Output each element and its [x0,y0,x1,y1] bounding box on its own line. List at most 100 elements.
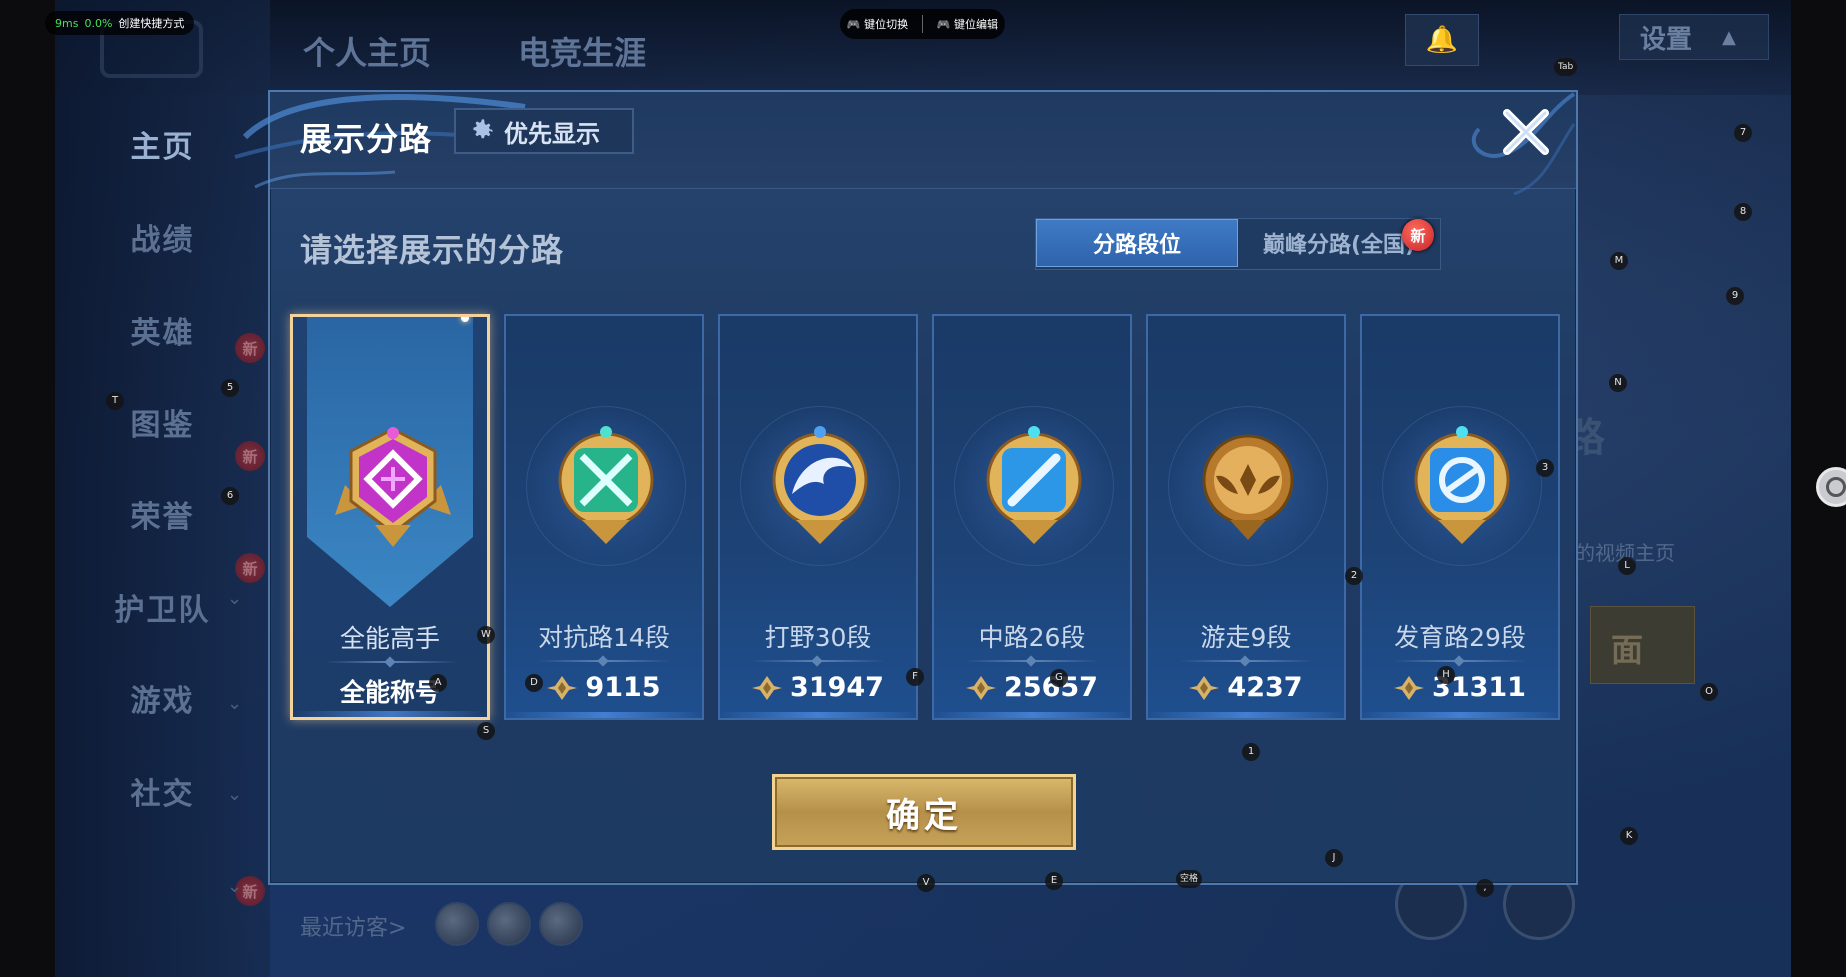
performance-overlay: 9ms 0.0% 创建快捷方式 [45,11,195,35]
confirm-label: 确定 [886,795,962,836]
avatar[interactable] [435,902,479,946]
key-switch-button[interactable]: 🎮 键位切换 [847,16,908,32]
lane-card-jungle[interactable]: 打野30段 31947 [718,314,918,720]
rank-score-icon [1189,675,1220,700]
key-marker[interactable]: Tab [1554,58,1578,76]
key-marker[interactable]: J [1325,849,1343,867]
key-marker[interactable]: T [106,392,124,410]
lane-value: 31947 [720,672,916,703]
sidebar-item-codex[interactable]: 图鉴 [55,400,270,444]
key-marker[interactable]: M [1610,252,1628,270]
key-marker[interactable]: 空格 [1176,870,1203,888]
jungle-emblem-icon [772,426,868,544]
new-badge: 新 [235,333,265,363]
key-marker[interactable]: 8 [1734,203,1752,221]
key-marker[interactable]: E [1045,872,1063,890]
rank-score-icon [547,675,578,700]
key-marker[interactable]: A [429,674,447,692]
lane-card-clash[interactable]: 对抗路14段 9115 [504,314,704,720]
sidebar-item-guard-team[interactable]: 护卫队 [55,585,270,629]
sidebar-item-social[interactable]: 社交 [55,769,270,813]
key-marker[interactable]: 5 [221,379,239,397]
dialog-title: 展示分路 [300,120,433,158]
floating-menu-icon[interactable] [1816,467,1846,507]
settings-button[interactable]: 设置 ▲ [1619,14,1769,60]
lane-type-switch: 分路段位 巅峰分路(全国) 新 [1035,218,1441,270]
key-marker[interactable]: W [477,626,495,644]
key-marker[interactable]: S [477,722,495,740]
lane-name: 对抗路14段 [538,623,670,652]
key-marker[interactable]: 6 [221,487,239,505]
divider [325,661,457,663]
loss-value: 0.0% [84,16,113,30]
tab-profile[interactable]: 个人主页 [303,28,431,74]
key-marker[interactable]: K [1620,827,1638,845]
latency-value: 9ms [55,16,79,30]
avatar[interactable] [487,902,531,946]
priority-display-button[interactable]: 优先显示 [454,108,634,154]
lane-score: 4237 [1227,672,1303,703]
lane-score: 31947 [790,672,884,703]
key-marker[interactable]: O [1700,683,1718,701]
key-marker[interactable]: 2 [1345,567,1363,585]
notification-icon[interactable]: 🔔 [1405,14,1479,66]
lane-card-roam[interactable]: 游走9段 4237 [1146,314,1346,720]
tab-esports-career[interactable]: 电竞生涯 [518,28,646,74]
key-marker[interactable]: , [1476,879,1494,897]
lane-value: 25657 [934,672,1130,703]
tab-lane-rank[interactable]: 分路段位 [1036,219,1238,267]
gear-icon [473,119,493,139]
select-lane-prompt: 请选择展示的分路 [300,231,565,269]
lane-value: 31311 [1362,672,1558,703]
settings-label: 设置 [1640,24,1693,55]
clash-lane-emblem-icon [558,426,654,544]
farm-lane-emblem-icon [1414,426,1510,544]
rank-score-icon [1394,675,1425,700]
selection-sparkle-icon [461,317,469,322]
new-badge: 新 [235,441,265,471]
divider [752,660,884,662]
divider [538,660,670,662]
display-lane-dialog: 展示分路 优先显示 请选择展示的分路 分路段位 巅峰分路(全国) 新 全能高手 … [234,90,1578,885]
lane-name: 打野30段 [764,623,872,652]
lane-card-list: 全能高手 全能称号 对抗路14段 9115 打野30段 31947 中路26段 … [290,314,1560,722]
key-marker[interactable]: 3 [1536,459,1554,477]
key-marker[interactable]: G [1050,669,1068,687]
close-button[interactable] [1498,104,1554,160]
divider [966,660,1098,662]
confirm-button[interactable]: 确定 [772,774,1076,850]
keymap-toolbar: 🎮 键位切换 🎮 键位编辑 [840,9,1005,39]
lane-value: 4237 [1148,672,1344,703]
lane-card-farm[interactable]: 发育路29段 31311 [1360,314,1560,720]
avatar[interactable] [539,902,583,946]
key-marker[interactable]: 1 [1242,743,1260,761]
lane-score: 9115 [585,672,661,703]
key-marker[interactable]: H [1437,666,1455,684]
key-marker[interactable]: D [525,674,543,692]
sidebar-item-records[interactable]: 战绩 [55,215,270,259]
key-marker[interactable]: L [1618,557,1636,575]
key-marker[interactable]: 9 [1726,287,1744,305]
recent-visitors-link[interactable]: 最近访客> [300,910,406,942]
key-marker[interactable]: 7 [1734,124,1752,142]
lane-name: 中路26段 [978,623,1086,652]
key-marker[interactable]: V [917,874,935,892]
background-button[interactable]: 面 [1590,606,1695,684]
priority-display-label: 优先显示 [504,119,600,148]
key-marker[interactable]: N [1609,374,1627,392]
key-marker[interactable]: F [906,668,924,686]
sidebar-item-games[interactable]: 游戏 [55,676,270,720]
divider [1180,660,1312,662]
key-edit-button[interactable]: 🎮 键位编辑 [937,16,998,32]
tab-peak-lane-label: 巅峰分路(全国) [1262,233,1416,258]
lane-card-mid[interactable]: 中路26段 25657 [932,314,1132,720]
divider [921,15,923,33]
divider [1394,660,1526,662]
create-shortcut-link[interactable]: 创建快捷方式 [118,15,184,31]
lane-card-all-round[interactable]: 全能高手 全能称号 [290,314,490,720]
new-badge: 新 [235,553,265,583]
lane-name: 游走9段 [1200,623,1292,652]
lane-name: 全能高手 [339,624,440,653]
all-round-emblem-icon [335,427,451,547]
rank-score-icon [966,675,997,700]
